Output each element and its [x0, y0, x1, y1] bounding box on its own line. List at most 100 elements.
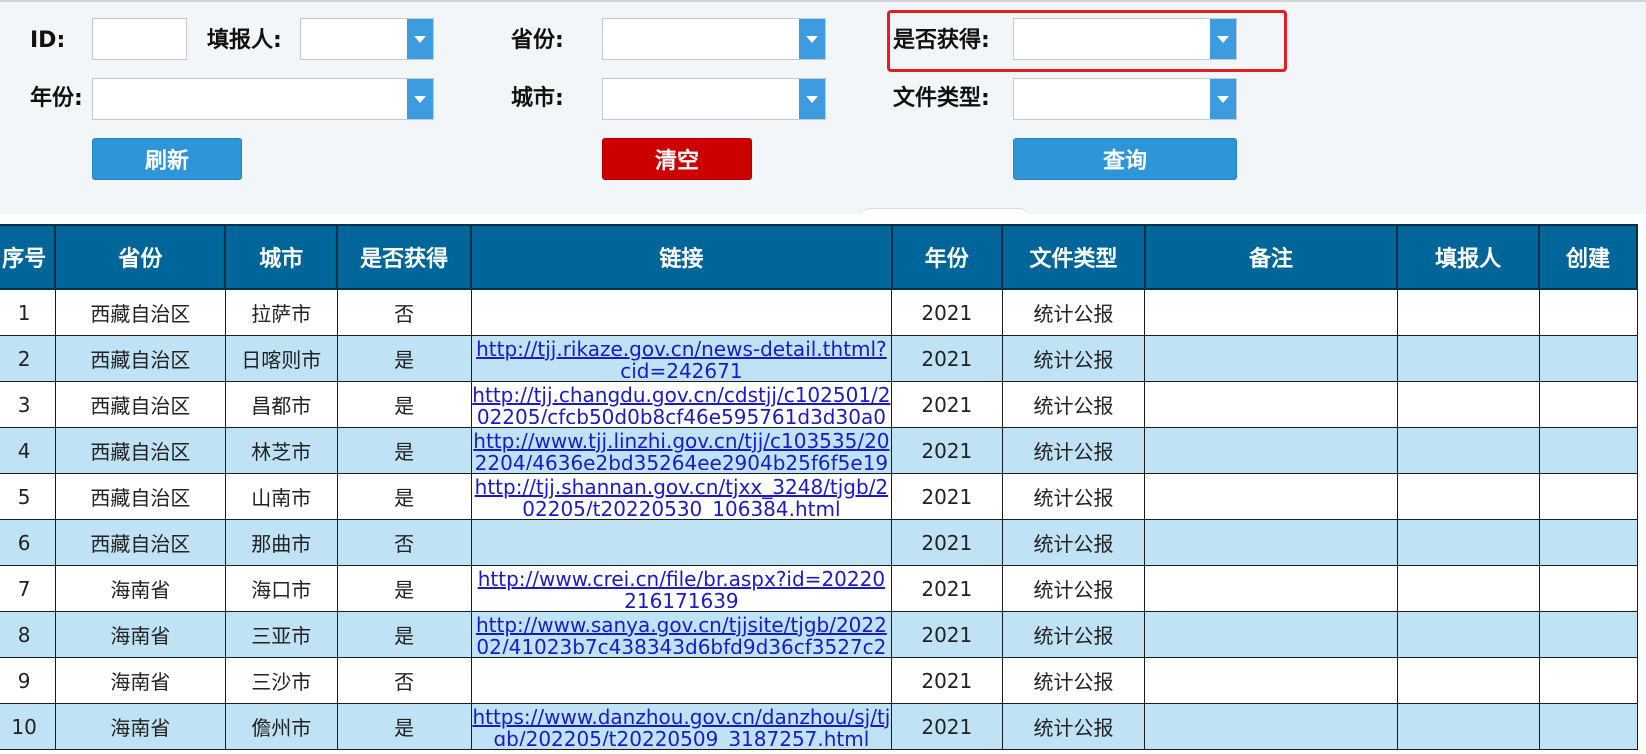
col-header-year[interactable]: 年份 — [890, 224, 1004, 290]
id-input[interactable] — [92, 18, 187, 60]
cell-created — [1538, 288, 1638, 336]
cell-obtained: 是 — [336, 565, 472, 612]
filetype-select[interactable] — [1013, 78, 1237, 120]
table-row[interactable]: 10 海南省 儋州市是 https://www.danzhou.gov.cn/danz… — [0, 703, 1638, 750]
cell-year: 2021 — [891, 657, 1003, 704]
panel-notch — [860, 208, 1030, 219]
cell-filetype: 统计公报 — [1001, 335, 1146, 382]
city-select[interactable] — [602, 78, 826, 120]
cell-link: http://tjj.changdu.gov.cn/cdstjj/c102501… — [470, 381, 893, 428]
cell-year: 2021 — [891, 611, 1003, 658]
cell-link: http://tjj.rikaze.gov.cn/news-detail.tht… — [470, 335, 893, 382]
cell-remark — [1144, 657, 1398, 704]
cell-obtained: 否 — [336, 288, 472, 336]
cell-city: 三亚市 — [224, 611, 338, 658]
cell-link: http://www.tjj.linzhi.gov.cn/tjj/c103535… — [470, 427, 893, 474]
cell-no: 5 — [0, 473, 56, 520]
col-header-link[interactable]: 链接 — [470, 224, 893, 290]
col-header-remark[interactable]: 备注 — [1143, 224, 1399, 290]
cell-remark — [1144, 611, 1398, 658]
cell-filetype: 统计公报 — [1001, 381, 1146, 428]
cell-filler — [1396, 519, 1540, 566]
cell-filler — [1396, 473, 1540, 520]
cell-year: 2021 — [891, 288, 1003, 336]
table-row[interactable]: 1 西藏自治区 拉萨市否 2021 统计公报 — [0, 288, 1638, 336]
cell-province: 西藏自治区 — [54, 288, 226, 336]
cell-remark — [1144, 427, 1398, 474]
row-link[interactable]: http://tjj.changdu.gov.cn/cdstjj/c102501… — [472, 384, 890, 424]
col-header-obtained[interactable]: 是否获得 — [336, 224, 473, 290]
table-row[interactable]: 8 海南省 三亚市是 http://www.sanya.gov.cn/tjjsite/… — [0, 611, 1638, 658]
cell-link — [470, 519, 893, 566]
cell-city: 拉萨市 — [224, 288, 338, 336]
year-select[interactable] — [92, 78, 434, 120]
cell-city: 日喀则市 — [224, 335, 338, 382]
table-row[interactable]: 6 西藏自治区 那曲市否 2021 统计公报 — [0, 519, 1638, 566]
cell-filetype: 统计公报 — [1001, 565, 1146, 612]
cell-link: https://www.danzhou.gov.cn/danzhou/sj/tj… — [470, 703, 893, 750]
clear-button[interactable]: 清空 — [602, 138, 752, 180]
cell-created — [1538, 381, 1638, 428]
cell-filler — [1396, 703, 1540, 750]
cell-filler — [1396, 427, 1540, 474]
table-row[interactable]: 7 海南省 海口市是 http://www.crei.cn/file/br.aspx?… — [0, 565, 1638, 612]
cell-filetype: 统计公报 — [1001, 288, 1146, 336]
row-link[interactable]: http://www.tjj.linzhi.gov.cn/tjj/c103535… — [472, 430, 890, 470]
filler-select[interactable] — [300, 18, 434, 60]
chevron-down-icon[interactable] — [407, 19, 433, 59]
cell-filetype: 统计公报 — [1001, 427, 1146, 474]
cell-filetype: 统计公报 — [1001, 473, 1146, 520]
province-select[interactable] — [602, 18, 826, 60]
highlight-box — [887, 10, 1287, 72]
filetype-label: 文件类型: — [893, 86, 990, 111]
chevron-down-icon[interactable] — [407, 79, 433, 119]
col-header-province[interactable]: 省份 — [54, 224, 227, 290]
cell-link: http://www.crei.cn/file/br.aspx?id=20220… — [470, 565, 893, 612]
row-link[interactable]: http://www.sanya.gov.cn/tjjsite/tjgb/202… — [472, 614, 890, 654]
table-row[interactable]: 3 西藏自治区 昌都市是 http://tjj.changdu.gov.cn/cdst… — [0, 381, 1638, 428]
cell-no: 4 — [0, 427, 56, 474]
cell-year: 2021 — [891, 427, 1003, 474]
cell-no: 2 — [0, 335, 56, 382]
cell-remark — [1144, 565, 1398, 612]
query-button[interactable]: 查询 — [1013, 138, 1237, 180]
chevron-down-icon[interactable] — [799, 79, 825, 119]
table-row[interactable]: 9 海南省 三沙市否 2021 统计公报 — [0, 657, 1638, 704]
table-row[interactable]: 2 西藏自治区 日喀则市是 http://tjj.rikaze.gov.cn/news… — [0, 335, 1638, 382]
cell-obtained: 是 — [336, 611, 472, 658]
cell-no: 8 — [0, 611, 56, 658]
cell-city: 林芝市 — [224, 427, 338, 474]
col-header-city[interactable]: 城市 — [224, 224, 339, 290]
cell-province: 海南省 — [54, 565, 226, 612]
cell-obtained: 是 — [336, 427, 472, 474]
cell-obtained: 是 — [336, 381, 472, 428]
cell-province: 海南省 — [54, 703, 226, 750]
cell-obtained: 是 — [336, 473, 472, 520]
cell-remark — [1144, 288, 1398, 336]
table-header-row: 序号 省份 城市 是否获得 链接 年份 文件类型 备注 填报人 创建 — [0, 224, 1638, 290]
cell-filler — [1396, 381, 1540, 428]
cell-created — [1538, 335, 1638, 382]
col-header-no[interactable]: 序号 — [0, 224, 57, 290]
chevron-down-icon[interactable] — [799, 19, 825, 59]
refresh-button[interactable]: 刷新 — [92, 138, 242, 180]
cell-filler — [1396, 288, 1540, 336]
table-row[interactable]: 5 西藏自治区 山南市是 http://tjj.shannan.gov.cn/tjxx… — [0, 473, 1638, 520]
row-link[interactable]: https://www.danzhou.gov.cn/danzhou/sj/tj… — [472, 706, 890, 746]
row-link[interactable]: http://tjj.rikaze.gov.cn/news-detail.tht… — [472, 338, 890, 378]
cell-year: 2021 — [891, 565, 1003, 612]
cell-created — [1538, 657, 1638, 704]
col-header-filler[interactable]: 填报人 — [1396, 224, 1541, 290]
city-label: 城市: — [511, 86, 564, 111]
cell-created — [1538, 703, 1638, 750]
row-link[interactable]: http://www.crei.cn/file/br.aspx?id=20220… — [472, 568, 890, 608]
filler-label: 填报人: — [207, 28, 282, 53]
row-link[interactable]: http://tjj.shannan.gov.cn/tjxx_3248/tjgb… — [472, 476, 890, 516]
chevron-down-icon[interactable] — [1210, 79, 1236, 119]
col-header-filetype[interactable]: 文件类型 — [1001, 224, 1146, 290]
col-header-created[interactable]: 创建 — [1538, 224, 1638, 290]
data-table: 序号 省份 城市 是否获得 链接 年份 文件类型 备注 填报人 创建 1 西藏自治… — [0, 224, 1638, 750]
cell-created — [1538, 427, 1638, 474]
cell-obtained: 是 — [336, 703, 472, 750]
table-row[interactable]: 4 西藏自治区 林芝市是 http://www.tjj.linzhi.gov.cn/t… — [0, 427, 1638, 474]
